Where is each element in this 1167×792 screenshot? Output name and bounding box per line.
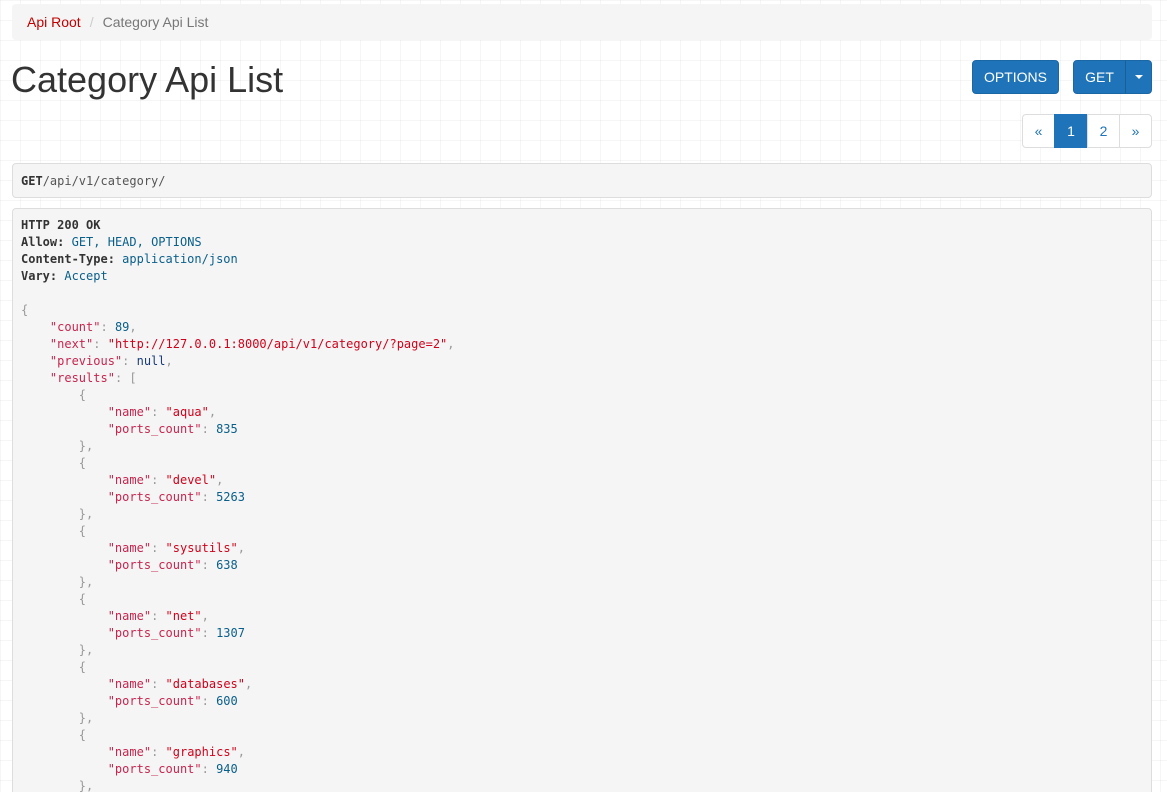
json-key: "name" xyxy=(107,541,152,555)
json-result-name: "sysutils" xyxy=(165,541,238,555)
json-key: "ports_count" xyxy=(107,626,202,640)
json-key: "next" xyxy=(49,337,94,351)
pagination-previous-button[interactable]: « xyxy=(1022,114,1055,148)
options-button[interactable]: OPTIONS xyxy=(972,60,1059,94)
json-result-ports-count: 5263 xyxy=(216,490,245,504)
json-key: "name" xyxy=(107,745,152,759)
request-method: GET xyxy=(21,173,43,188)
breadcrumb-current: Category Api List xyxy=(102,14,209,30)
json-key: "count" xyxy=(49,320,101,334)
json-key: "ports_count" xyxy=(107,490,202,504)
header-key: Content-Type: xyxy=(21,252,115,266)
json-key: "ports_count" xyxy=(107,422,202,436)
header-value: application/json xyxy=(122,252,238,266)
json-result-name: "databases" xyxy=(165,677,245,691)
json-key: "name" xyxy=(107,405,152,419)
response-status: HTTP 200 OK xyxy=(21,218,101,232)
response-info: HTTP 200 OK Allow: GET, HEAD, OPTIONS Co… xyxy=(12,208,1152,792)
json-key: "ports_count" xyxy=(107,694,202,708)
json-key: "ports_count" xyxy=(107,762,202,776)
json-key: "name" xyxy=(107,473,152,487)
pagination: « 1 2 » xyxy=(1022,114,1152,148)
json-result-name: "graphics" xyxy=(165,745,238,759)
header-value: Accept xyxy=(64,269,108,283)
response-header: Vary: Accept xyxy=(21,268,1143,285)
header-value: GET, HEAD, OPTIONS xyxy=(71,235,202,249)
request-url: /api/v1/category/ xyxy=(42,173,166,188)
json-result-ports-count: 835 xyxy=(216,422,238,436)
breadcrumb: Api Root / Category Api List xyxy=(12,4,1152,40)
json-result-ports-count: 940 xyxy=(216,762,238,776)
response-header: Content-Type: application/json xyxy=(21,251,1143,268)
json-result-ports-count: 1307 xyxy=(216,626,245,640)
request-info: GET /api/v1/category/ xyxy=(12,163,1152,198)
response-header: Allow: GET, HEAD, OPTIONS xyxy=(21,234,1143,251)
page-title: Category Api List xyxy=(11,59,284,100)
get-format-dropdown-toggle[interactable] xyxy=(1125,60,1152,94)
json-previous-value: null xyxy=(136,354,166,368)
json-count-value: 89 xyxy=(114,320,130,334)
caret-down-icon xyxy=(1134,75,1143,79)
json-key: "name" xyxy=(107,609,152,623)
pagination-next-button[interactable]: » xyxy=(1119,114,1152,148)
breadcrumb-api-root-link[interactable]: Api Root xyxy=(27,14,81,30)
json-result-ports-count: 638 xyxy=(216,558,238,572)
header-key: Vary: xyxy=(21,269,58,283)
json-result-name: "aqua" xyxy=(165,405,209,419)
json-key: "results" xyxy=(49,371,115,385)
json-key: "previous" xyxy=(49,354,123,368)
breadcrumb-separator: / xyxy=(89,14,94,30)
pagination-page-2[interactable]: 2 xyxy=(1087,114,1120,148)
header-key: Allow: xyxy=(21,235,65,249)
get-button[interactable]: GET xyxy=(1073,60,1126,94)
json-key: "name" xyxy=(107,677,152,691)
pagination-page-1[interactable]: 1 xyxy=(1054,114,1088,148)
json-result-name: "devel" xyxy=(165,473,217,487)
json-next-link[interactable]: "http://127.0.0.1:8000/api/v1/category/?… xyxy=(108,337,448,351)
json-key: "ports_count" xyxy=(107,558,202,572)
json-result-ports-count: 600 xyxy=(216,694,238,708)
json-result-name: "net" xyxy=(165,609,202,623)
